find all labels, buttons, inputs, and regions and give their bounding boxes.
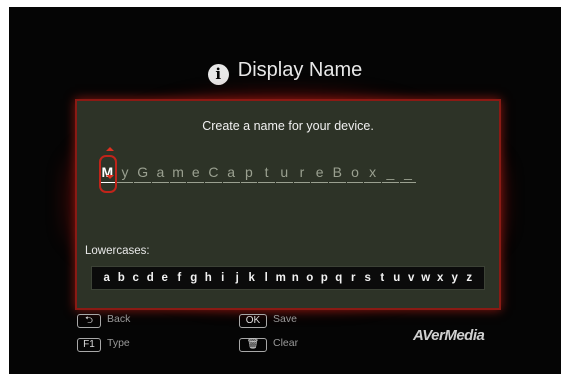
key[interactable]: r — [346, 272, 361, 284]
key[interactable]: t — [375, 272, 390, 284]
name-editor-panel: Create a name for your device. M y G a m… — [75, 99, 501, 310]
name-char[interactable]: p — [240, 164, 258, 183]
brand-logo: AVerMedia — [413, 327, 485, 344]
prompt-text: Create a name for your device. — [202, 119, 374, 133]
page-title: i Display Name — [9, 59, 561, 85]
key[interactable]: q — [332, 272, 347, 284]
arrow-down-icon — [106, 175, 114, 179]
name-char[interactable]: o — [346, 164, 364, 183]
key[interactable]: i — [216, 272, 231, 284]
name-char[interactable]: e — [187, 164, 205, 183]
key[interactable]: v — [404, 272, 419, 284]
key[interactable]: x — [433, 272, 448, 284]
trash-icon[interactable]: 🗑 — [239, 338, 267, 352]
name-char[interactable]: C — [205, 164, 222, 183]
key[interactable]: d — [143, 272, 158, 284]
f1-key-icon[interactable]: F1 — [77, 338, 101, 352]
name-char[interactable]: G — [134, 164, 152, 183]
key[interactable]: l — [259, 272, 274, 284]
back-key-icon[interactable]: ⮌ — [77, 314, 101, 328]
key[interactable]: j — [230, 272, 245, 284]
key[interactable]: f — [172, 272, 187, 284]
type-label: Type — [107, 337, 130, 349]
save-label: Save — [273, 313, 297, 325]
key[interactable]: n — [288, 272, 303, 284]
key[interactable]: z — [462, 272, 477, 284]
ok-key-icon[interactable]: OK — [239, 314, 267, 328]
title-text: Display Name — [237, 59, 363, 81]
key[interactable]: s — [361, 272, 376, 284]
key[interactable]: u — [390, 272, 405, 284]
key[interactable]: h — [201, 272, 216, 284]
key[interactable]: k — [245, 272, 260, 284]
name-char[interactable]: t — [258, 164, 275, 183]
name-char[interactable]: r — [293, 164, 311, 183]
key[interactable]: g — [187, 272, 202, 284]
name-char[interactable]: B — [328, 164, 346, 183]
name-char[interactable]: m — [169, 164, 187, 183]
key[interactable]: e — [158, 272, 173, 284]
screen: i Display Name Create a name for your dev… — [9, 7, 561, 374]
arrow-up-icon — [106, 147, 114, 151]
name-char[interactable]: _ — [382, 164, 399, 183]
key[interactable]: m — [274, 272, 289, 284]
name-char[interactable]: _ — [399, 164, 417, 183]
info-icon: i — [207, 64, 229, 85]
key[interactable]: o — [303, 272, 318, 284]
key[interactable]: p — [317, 272, 332, 284]
clear-label: Clear — [273, 337, 299, 349]
name-char-selected[interactable]: M — [99, 155, 117, 193]
name-char[interactable]: a — [152, 164, 169, 183]
back-label: Back — [107, 313, 131, 325]
name-char[interactable]: u — [275, 164, 293, 183]
name-char[interactable]: x — [364, 164, 381, 183]
key[interactable]: c — [129, 272, 144, 284]
name-char[interactable]: y — [116, 164, 134, 183]
device-name-field[interactable]: M y G a m e C a p t u r e B o x _ _ — [99, 153, 417, 193]
key[interactable]: y — [448, 272, 463, 284]
name-char[interactable]: e — [311, 164, 328, 183]
key[interactable]: a — [100, 272, 115, 284]
key[interactable]: w — [419, 272, 434, 284]
onscreen-keyboard: a b c d e f g h i j k l m n o p q r s t … — [91, 266, 485, 290]
keyboard-label: Lowercases: — [85, 245, 150, 257]
key[interactable]: b — [114, 272, 129, 284]
name-char[interactable]: a — [222, 164, 240, 183]
